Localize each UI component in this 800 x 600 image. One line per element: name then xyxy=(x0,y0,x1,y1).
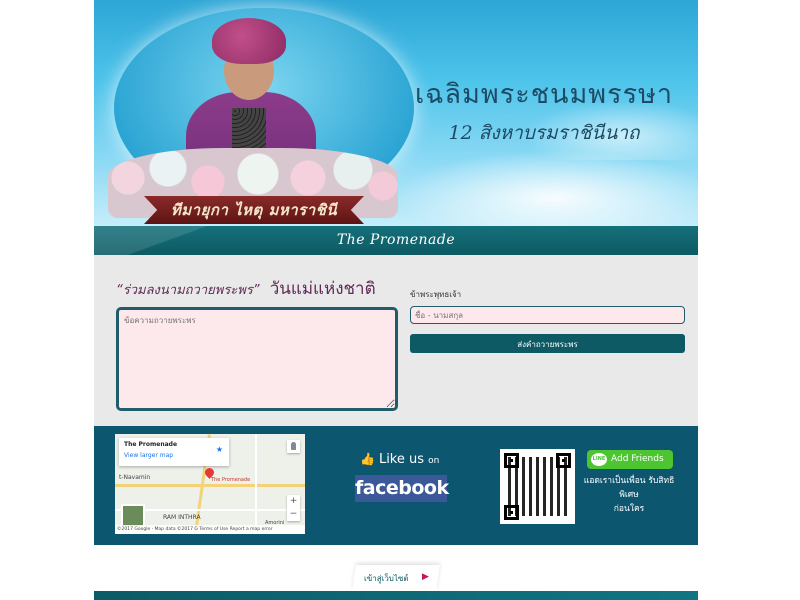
signature-form: “ร่วมลงนามถวายพระพร” วันแม่แห่งชาติ ข้าพ… xyxy=(94,255,698,426)
map-zoom-control: + − xyxy=(287,495,300,521)
banner-cloud xyxy=(394,150,698,226)
qr-finder xyxy=(504,505,519,520)
info-section: The Promenade View larger map ★ The Prom… xyxy=(94,426,698,545)
street-view-pegman-icon[interactable] xyxy=(287,440,300,453)
facebook-like-text[interactable]: 👍 Like us on xyxy=(360,452,439,467)
line-add-friends-button[interactable]: LINE Add Friends xyxy=(587,450,673,469)
zoom-in-button[interactable]: + xyxy=(287,495,300,508)
play-arrow-icon[interactable]: ▶ xyxy=(422,572,429,582)
map-pin-label: The Promenade xyxy=(211,477,251,483)
name-label: ข้าพระพุทธเจ้า xyxy=(410,290,462,299)
map-place-name: The Promenade xyxy=(124,441,178,448)
form-heading-quote: “ร่วมลงนามถวายพระพร” xyxy=(116,283,260,298)
map-road xyxy=(255,434,257,534)
banner-title: เฉลิมพระชนมพรรษา xyxy=(414,79,674,110)
zoom-out-button[interactable]: − xyxy=(287,508,300,521)
wish-message-textarea[interactable] xyxy=(116,307,398,411)
banner-ribbon: ทีมายุกา ไหตุ มหาราชินี xyxy=(144,196,364,224)
thumbs-up-icon: 👍 xyxy=(360,452,375,466)
bottom-bar xyxy=(94,591,698,600)
enter-site-link[interactable]: เข้าสู่เว็บไซต์ xyxy=(364,572,409,585)
like-us-label: Like us xyxy=(378,452,425,467)
logo-strip: The Promenade xyxy=(94,226,698,255)
location-map[interactable]: The Promenade View larger map ★ The Prom… xyxy=(115,434,305,534)
line-promo-line: แอดเราเป็นเพื่อน รับสิทธิพิเศษ xyxy=(583,476,675,500)
page: ทีมายุกา ไหตุ มหาราชินี เฉลิมพระชนมพรรษา… xyxy=(94,0,698,600)
promenade-logo[interactable]: The Promenade xyxy=(94,226,698,255)
line-qr-code xyxy=(500,449,575,524)
line-promo-line: ก่อนใคร xyxy=(613,504,645,514)
add-friends-label: Add Friends xyxy=(611,454,664,464)
facebook-logo-button[interactable]: facebook xyxy=(355,475,449,502)
line-icon: LINE xyxy=(591,453,607,466)
map-road xyxy=(115,484,305,487)
map-place-card: The Promenade View larger map ★ xyxy=(119,438,229,466)
qr-finder xyxy=(504,453,519,468)
form-heading-emphasis: วันแม่แห่งชาติ xyxy=(269,279,376,299)
qr-finder xyxy=(556,453,571,468)
hero-banner: ทีมายุกา ไหตุ มหาราชินี เฉลิมพระชนมพรรษา… xyxy=(94,0,698,226)
map-area-label: RAM INTHRA xyxy=(163,514,201,521)
save-star-icon[interactable]: ★ xyxy=(216,445,223,454)
like-on-label: on xyxy=(428,456,440,466)
map-area-label: t-Navamin xyxy=(119,474,151,481)
name-input[interactable] xyxy=(410,306,685,324)
portrait-image xyxy=(212,18,286,64)
form-heading: “ร่วมลงนามถวายพระพร” วันแม่แห่งชาติ xyxy=(116,275,376,302)
submit-wish-button[interactable]: ส่งคำถวายพระพร xyxy=(410,334,685,353)
view-larger-map-link[interactable]: View larger map xyxy=(124,452,224,459)
line-promo-text: แอดเราเป็นเพื่อน รับสิทธิพิเศษ ก่อนใคร xyxy=(574,474,684,516)
map-attribution: ©2017 Google · Map data ©2017 G Terms of… xyxy=(115,525,305,534)
banner-subtitle: 12 สิงหาบรมราชินีนาถ xyxy=(448,122,640,144)
